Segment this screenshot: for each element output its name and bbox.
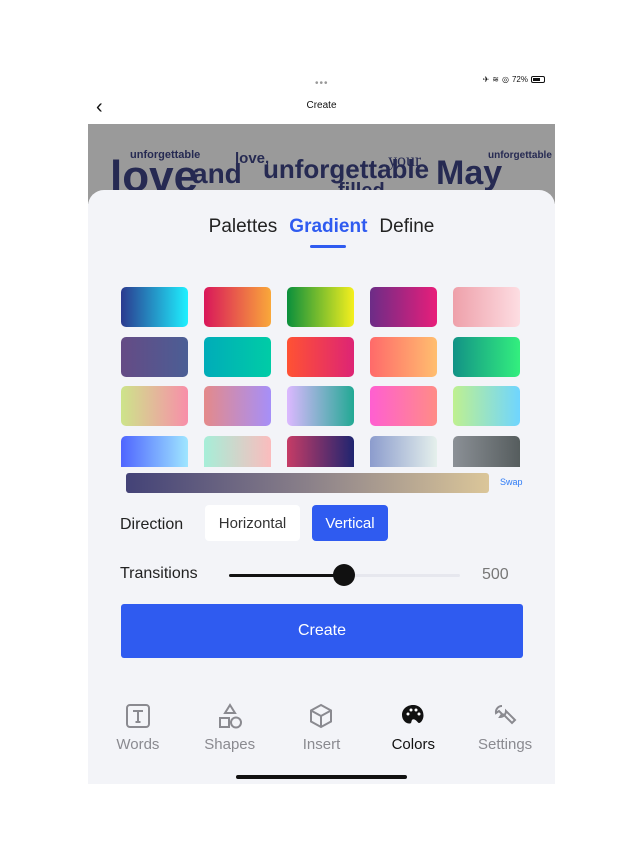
preview-word: your: [388, 150, 421, 170]
colors-panel: Palettes Gradient Define Swap Direction …: [88, 190, 555, 784]
gradient-swatch[interactable]: [453, 386, 520, 426]
transitions-value: 500: [482, 566, 509, 583]
shapes-icon: [218, 703, 242, 729]
gradient-swatch[interactable]: [287, 435, 354, 467]
nav-label: Settings: [477, 736, 533, 753]
bottom-nav: Words Shapes Insert Colors Settings: [88, 702, 555, 753]
gradient-swatch[interactable]: [287, 287, 354, 327]
wrench-icon: [495, 704, 517, 725]
nav-shapes[interactable]: Shapes: [190, 702, 270, 753]
gradient-swatch[interactable]: [453, 287, 520, 327]
wifi-icon: ≋: [492, 75, 499, 84]
gradient-swatch[interactable]: [370, 287, 437, 327]
multitask-dots-icon[interactable]: •••: [315, 78, 329, 89]
tab-define[interactable]: Define: [379, 216, 434, 238]
transitions-slider-thumb[interactable]: [333, 564, 355, 586]
current-gradient-bar: [126, 473, 489, 493]
gradient-swatch[interactable]: [204, 386, 271, 426]
nav-label: Colors: [391, 736, 435, 753]
nav-insert[interactable]: Insert: [281, 702, 361, 753]
airplane-icon: ✈: [482, 75, 490, 84]
gradient-swatch[interactable]: [204, 287, 271, 327]
swap-button[interactable]: Swap: [500, 477, 523, 487]
gradient-swatch[interactable]: [287, 386, 354, 426]
tab-gradient[interactable]: Gradient: [289, 216, 367, 248]
cube-icon: [310, 703, 333, 729]
nav-words[interactable]: Words: [98, 702, 178, 753]
status-bar: ✈ ≋ ◎ 72%: [483, 75, 545, 84]
gradient-swatch[interactable]: [121, 287, 188, 327]
gradient-swatch[interactable]: [453, 435, 520, 467]
palette-icon: [402, 705, 424, 724]
battery-icon: [531, 76, 545, 83]
tab-palettes[interactable]: Palettes: [209, 216, 278, 238]
direction-label: Direction: [120, 516, 184, 533]
nav-label: Insert: [302, 736, 341, 753]
gradient-swatch[interactable]: [121, 435, 188, 467]
lock-rotation-icon: ◎: [502, 75, 509, 84]
gradient-swatch[interactable]: [453, 336, 520, 377]
gradient-swatch[interactable]: [287, 336, 354, 377]
gradient-swatch[interactable]: [370, 386, 437, 426]
app-window: ••• ✈ ≋ ◎ 72% ‹ Create unforgettable lov…: [88, 70, 555, 784]
gradient-swatch[interactable]: [121, 336, 188, 377]
tab-bar: Palettes Gradient Define: [88, 216, 555, 248]
gradient-swatch[interactable]: [204, 336, 271, 377]
vertical-button[interactable]: Vertical: [312, 505, 388, 541]
home-indicator[interactable]: [236, 775, 407, 779]
gradient-swatch[interactable]: [370, 336, 437, 377]
create-button[interactable]: Create: [121, 604, 523, 658]
gradient-swatch[interactable]: [204, 435, 271, 467]
page-title: Create: [306, 100, 337, 111]
gradient-swatch[interactable]: [370, 435, 437, 467]
gradient-swatch[interactable]: [121, 386, 188, 426]
nav-label: Shapes: [204, 736, 256, 753]
transitions-label: Transitions: [120, 565, 198, 582]
preview-word: unforgettable: [488, 150, 552, 161]
text-box-icon: [125, 704, 150, 728]
nav-colors[interactable]: Colors: [373, 702, 453, 753]
horizontal-button[interactable]: Horizontal: [205, 505, 300, 541]
battery-text: 72%: [511, 75, 528, 84]
nav-settings[interactable]: Settings: [465, 702, 545, 753]
transitions-slider-fill: [229, 574, 344, 577]
nav-label: Words: [116, 736, 160, 753]
